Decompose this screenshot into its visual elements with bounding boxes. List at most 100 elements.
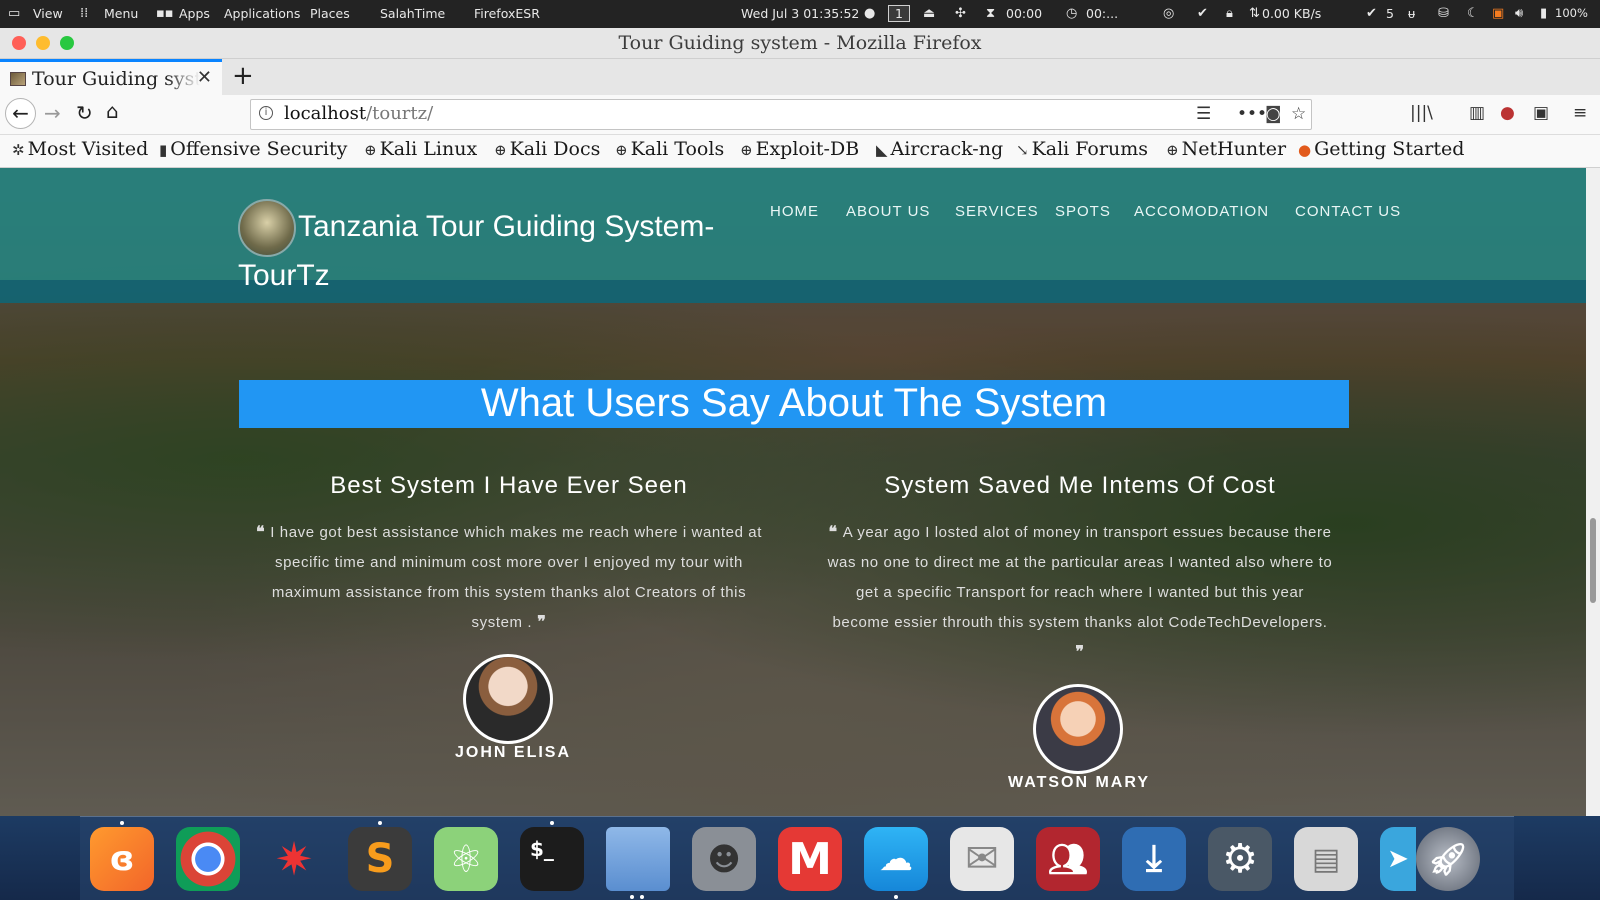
night-mode-icon[interactable]: ☾ [1467, 6, 1479, 21]
bookmark-aircrack-ng[interactable]: ◣ Aircrack-ng [876, 138, 1003, 160]
bookmark-label: Kali Linux [379, 138, 478, 160]
usb-icon: ᵾ [1408, 7, 1416, 22]
bookmark-most-visited[interactable]: ✲ Most Visited [12, 138, 148, 160]
network-arrows-icon: ⇅ [1249, 6, 1260, 21]
sublime-text-icon[interactable]: S [348, 827, 412, 891]
weather-icon[interactable]: ☁ [864, 827, 928, 891]
panel-datetime[interactable]: Wed Jul 3 01:35:52 [741, 6, 859, 21]
reader-view-icon[interactable]: ☰ [1196, 104, 1211, 124]
tab-tour-guiding[interactable]: Tour Guiding system ✕ [0, 59, 222, 95]
panel-menu[interactable]: Menu [104, 6, 138, 21]
url-bar[interactable]: i localhost/tourtz/ ☰ ••• ◙ ☆ [250, 99, 1312, 130]
system-monitor-icon[interactable]: ▤ [1294, 827, 1358, 891]
terminal-icon[interactable]: $_ [520, 827, 584, 891]
scrollbar-thumb[interactable] [1590, 518, 1596, 603]
firefox-icon[interactable]: ɞ [90, 827, 154, 891]
apps-grid-icon[interactable]: ▪▪ [156, 6, 174, 21]
check-icon: ✔ [1197, 6, 1208, 21]
testimonial-name-2: WATSON MARY [1008, 774, 1150, 791]
contacts-icon[interactable]: 👥︎ [1036, 827, 1100, 891]
globe-icon: ⊕ [740, 141, 753, 159]
page-actions-icon[interactable]: ••• [1237, 104, 1267, 124]
nav-services[interactable]: SERVICES [955, 203, 1039, 220]
panel-salahtime[interactable]: SalahTime [380, 6, 445, 21]
volume-icon[interactable]: 🔊︎ [1515, 6, 1523, 21]
nav-about-us[interactable]: ABOUT US [846, 203, 930, 220]
bookmark-label: Kali Forums [1031, 138, 1148, 160]
window-title: Tour Guiding system - Mozilla Firefox [618, 32, 982, 54]
web-page-viewport: Tanzania Tour Guiding System-TourTz HOME… [0, 168, 1586, 816]
hamburger-menu-icon[interactable]: ≡ [1573, 103, 1587, 123]
library-icon[interactable]: |||\ [1410, 103, 1433, 123]
page-scrollbar[interactable] [1586, 168, 1600, 816]
back-arrow-icon[interactable]: ← [5, 98, 36, 129]
site-info-icon[interactable]: i [259, 106, 273, 120]
chrome-icon[interactable] [176, 827, 240, 891]
site-brand[interactable]: Tanzania Tour Guiding System-TourTz [238, 202, 738, 300]
bookmark-label: Most Visited [27, 138, 149, 160]
bookmark-star-icon[interactable]: ☆ [1291, 104, 1306, 124]
running-indicator [894, 895, 898, 899]
bookmark-kali-linux[interactable]: ⊕ Kali Linux [364, 138, 477, 160]
bookmark-nethunter[interactable]: ⊕ NetHunter [1166, 138, 1286, 160]
pocket-icon[interactable]: ◙ [1265, 104, 1282, 124]
tab-close-icon[interactable]: ✕ [197, 67, 212, 88]
testimonial-card-2: System Saved Me Intems Of Cost ❝ A year … [826, 472, 1334, 668]
kali-dragon-icon: ↘ [1016, 141, 1029, 159]
bookmark-kali-forums[interactable]: ↘ Kali Forums [1016, 138, 1148, 160]
eject-icon[interactable]: ⏏ [923, 6, 935, 21]
bookmark-exploit-db[interactable]: ⊕ Exploit-DB [740, 138, 859, 160]
camera-icon[interactable]: ◎ [1163, 6, 1174, 21]
mail-envelope-icon[interactable]: ✉ [950, 827, 1014, 891]
bookmark-getting-started[interactable]: ● Getting Started [1298, 138, 1464, 160]
reload-icon[interactable]: ↻ [76, 101, 93, 125]
panel-firefoxesr[interactable]: FirefoxESR [474, 6, 540, 21]
settings-gear-icon[interactable]: ⚙ [1208, 827, 1272, 891]
bookmark-label: Offensive Security [170, 138, 348, 160]
forward-arrow-icon[interactable]: → [44, 101, 61, 125]
extension-icon[interactable]: ● [1500, 103, 1515, 123]
quote-close-icon: ❞ [532, 614, 547, 631]
nav-spots[interactable]: SPOTS [1055, 203, 1111, 220]
testimonial-title: System Saved Me Intems Of Cost [884, 472, 1276, 499]
bookmark-kali-docs[interactable]: ⊕ Kali Docs [494, 138, 600, 160]
new-tab-plus-icon[interactable]: + [232, 61, 254, 91]
mail-m-icon[interactable]: M [778, 827, 842, 891]
dock: ɞ ✷ S ⚛ $_ ☻ M ☁ ✉ 👥︎ ⤓ ⚙ ▤ ➤ 🚀︎ [80, 816, 1514, 900]
nav-contact-us[interactable]: CONTACT US [1295, 203, 1401, 220]
puzzle-icon[interactable]: ✣ [955, 6, 966, 21]
bookmark-label: Getting Started [1314, 138, 1465, 160]
files-folder-icon[interactable] [606, 827, 670, 891]
running-indicator [378, 821, 382, 825]
section-title: What Users Say About The System [239, 380, 1349, 428]
wifi-icon[interactable]: ▣ [1492, 6, 1504, 21]
avatar-watson-mary [1033, 684, 1123, 774]
screenshot-icon[interactable]: ▣ [1533, 103, 1549, 123]
timer-value: 00:00 [1006, 6, 1043, 21]
bookmark-kali-tools[interactable]: ⊕ Kali Tools [615, 138, 724, 160]
gimp-icon[interactable]: ☻ [692, 827, 756, 891]
globe-icon: ⊕ [1166, 141, 1179, 159]
tab-label: Tour Guiding system [32, 67, 200, 90]
window-view-icon[interactable]: ▭ [8, 6, 20, 21]
panel-view[interactable]: View [33, 6, 63, 21]
url-text[interactable]: localhost/tourtz/ [284, 103, 433, 124]
atom-icon[interactable]: ⚛ [434, 827, 498, 891]
spider-web-icon[interactable]: ✷ [262, 827, 326, 891]
workspace-indicator[interactable]: 1 [888, 5, 910, 22]
panel-apps[interactable]: Apps [179, 6, 210, 21]
panel-places[interactable]: Places [310, 6, 350, 21]
panel-applications[interactable]: Applications [224, 6, 300, 21]
nav-home[interactable]: HOME [770, 203, 819, 220]
sidebar-icon[interactable]: ▥ [1469, 103, 1485, 123]
home-icon[interactable]: ⌂ [106, 99, 119, 123]
download-icon[interactable]: ⤓ [1122, 827, 1186, 891]
menu-grid-icon[interactable]: ⁞⁞ [80, 6, 88, 21]
net-speed: 0.00 KB/s [1262, 6, 1322, 21]
telegram-icon[interactable]: ➤ [1380, 827, 1416, 891]
launchpad-rocket-icon[interactable]: 🚀︎ [1416, 827, 1480, 891]
navigation-toolbar: ← → ↻ ⌂ i localhost/tourtz/ ☰ ••• ◙ ☆ ||… [0, 95, 1600, 135]
bookmark-offensive-security[interactable]: ▮ Offensive Security [159, 138, 347, 160]
system-top-panel: ▭ View ⁞⁞ Menu ▪▪ Apps Applications Plac… [0, 0, 1600, 28]
nav-accomodation[interactable]: ACCOMODATION [1134, 203, 1269, 220]
